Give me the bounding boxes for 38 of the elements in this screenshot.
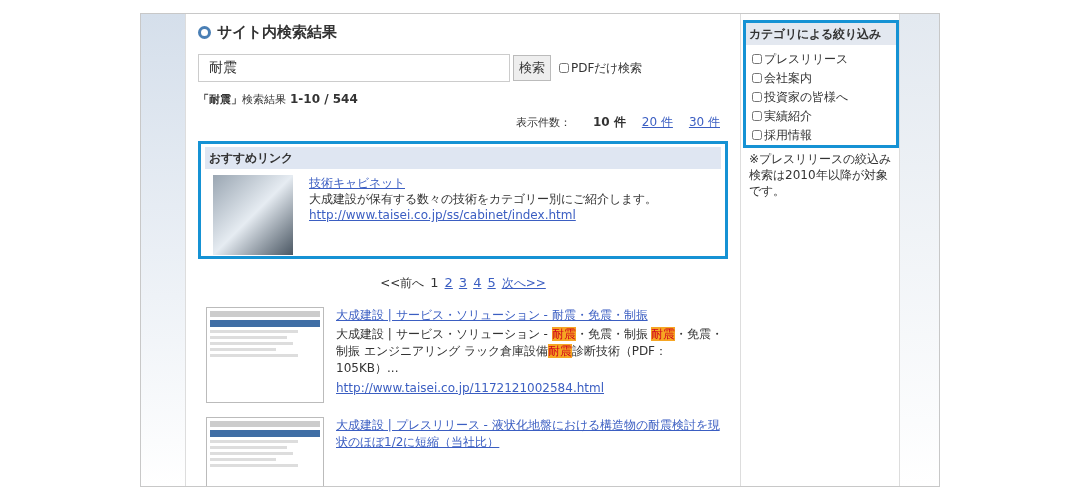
pagination-link[interactable]: 1 <box>430 273 439 293</box>
recommended-link-title[interactable]: 技術キャビネット <box>309 175 657 191</box>
category-label: プレスリリース <box>764 51 848 68</box>
category-checkbox[interactable] <box>752 73 762 83</box>
search-button[interactable]: 検索 <box>513 55 551 81</box>
search-field[interactable]: 耐震 <box>198 54 510 82</box>
filter-heading: カテゴリによる絞り込み <box>746 23 896 45</box>
filter-note: ※プレスリリースの絞込み検索は2010年以降が対象です。 <box>748 151 893 199</box>
checkbox-label: PDFだけ検索 <box>571 60 643 77</box>
result-title[interactable]: 大成建設 | プレスリリース - 液状化地盤における構造物の耐震検討を現状のほぼ1/2に短縮（当社比） <box>336 416 726 451</box>
per-page-option[interactable]: 10 件 <box>592 112 626 131</box>
category-checkbox[interactable] <box>752 54 762 64</box>
recommended-heading: おすすめリンク <box>205 147 721 169</box>
category-label: 投資家の皆様へ <box>764 89 848 106</box>
result-label: 検索結果 <box>242 92 286 108</box>
per-page-option[interactable]: 20 件 <box>641 112 673 131</box>
category-checkbox[interactable] <box>752 130 762 140</box>
category-label: 採用情報 <box>764 127 812 144</box>
category-label: 実績紹介 <box>764 108 812 125</box>
pagination-link[interactable]: 3 <box>458 273 468 293</box>
result-url[interactable]: http://www.taisei.co.jp/1172121002584.html <box>336 379 726 397</box>
category-checkbox[interactable] <box>752 111 762 121</box>
category-label: 会社案内 <box>764 70 812 87</box>
category-checkbox[interactable] <box>752 92 762 102</box>
recommended-description: 大成建設が保有する数々の技術をカテゴリー別にご紹介します。 <box>309 191 657 207</box>
pagination-link[interactable]: 2 <box>444 273 453 293</box>
search-query: 「耐震」 <box>198 92 242 108</box>
result-range: 1-10 / 544 <box>290 91 358 108</box>
pagination-link[interactable]: 5 <box>487 273 496 293</box>
pdf-only-checkbox[interactable] <box>559 63 569 73</box>
recommended-url[interactable]: http://www.taisei.co.jp/ss/cabinet/index.html <box>309 207 657 223</box>
per-page-label: 表示件数： <box>515 114 571 131</box>
page-title: サイト内検索結果 <box>217 21 337 43</box>
per-page-option[interactable]: 30 件 <box>688 112 720 131</box>
pagination-link[interactable]: <<前へ <box>380 274 425 292</box>
pagination-link[interactable]: 4 <box>473 273 482 293</box>
pagination-link[interactable]: 次へ>> <box>501 274 546 292</box>
result-title[interactable]: 大成建設 | サービス・ソリューション - 耐震・免震・制振 <box>336 306 726 324</box>
